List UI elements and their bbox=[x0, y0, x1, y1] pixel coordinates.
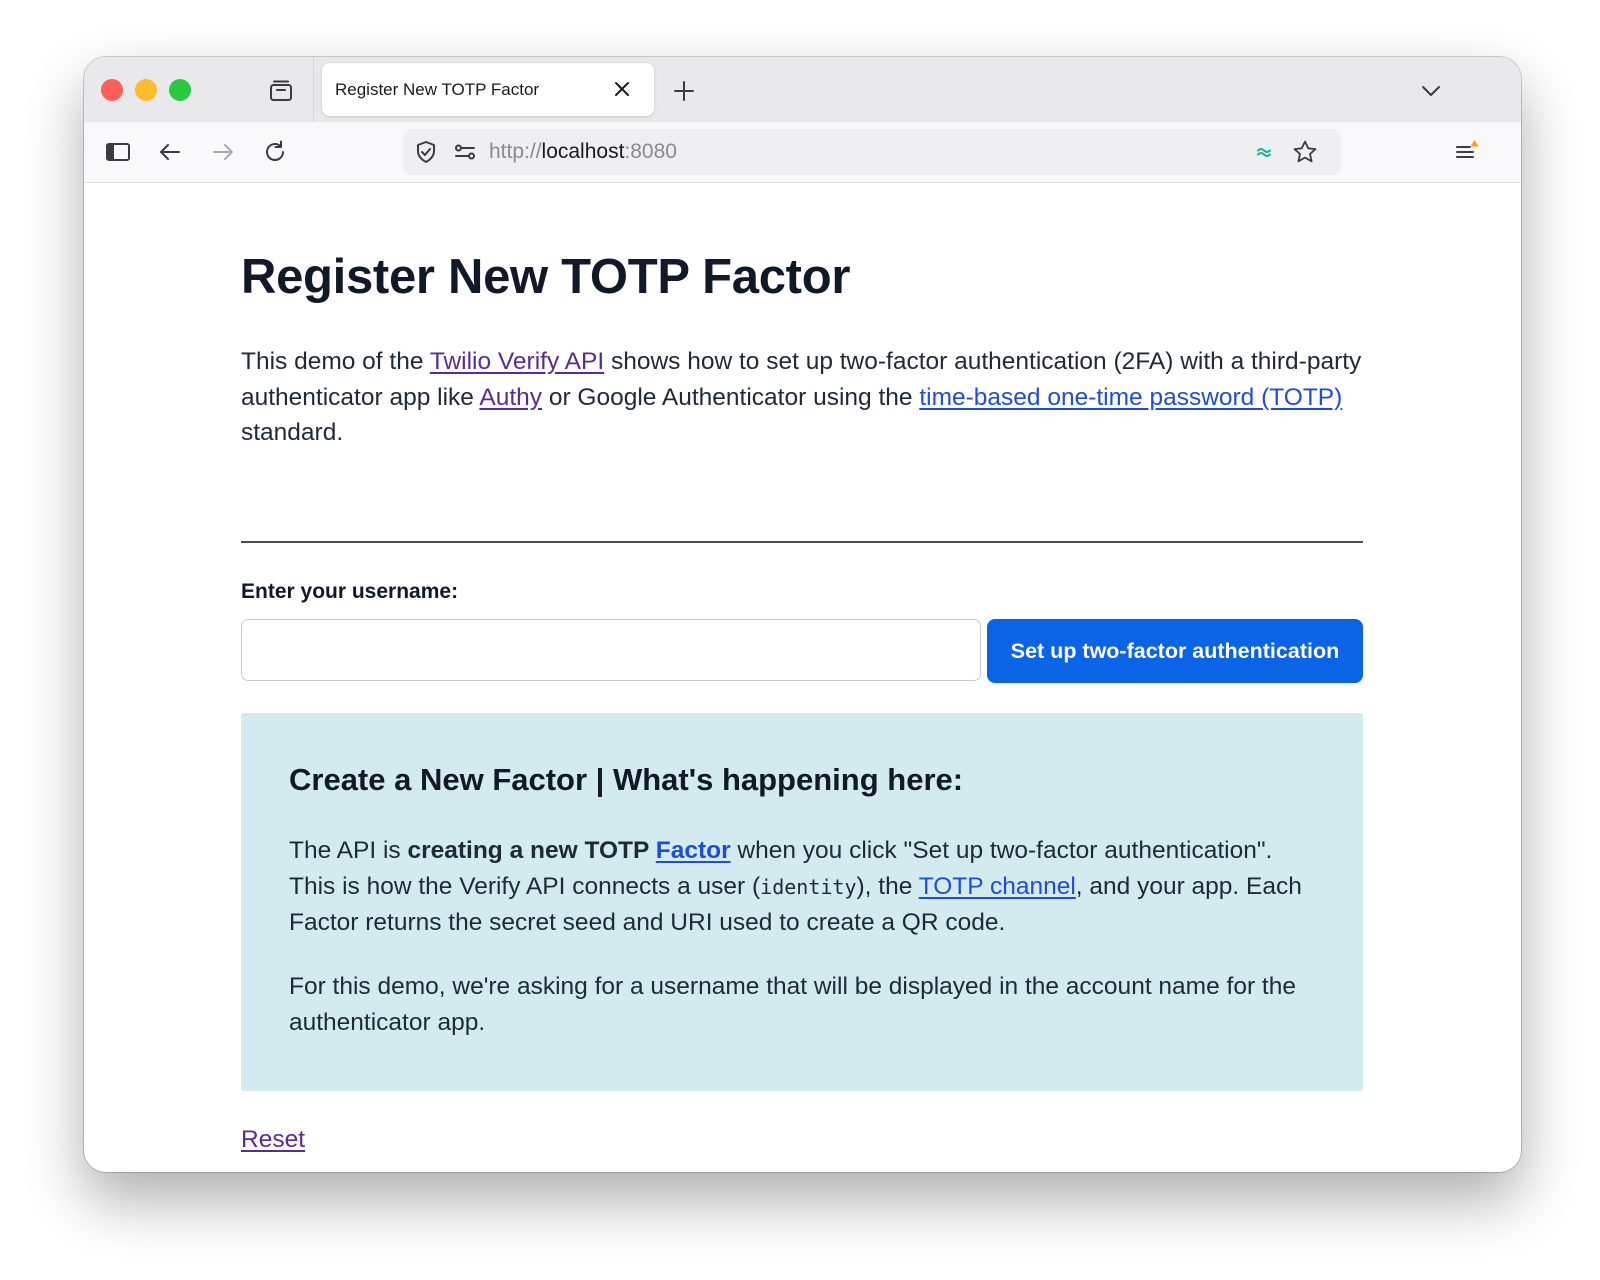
minimize-window-button[interactable] bbox=[135, 79, 157, 101]
star-bookmark-icon[interactable] bbox=[1290, 137, 1320, 167]
info-text-1: The API is bbox=[289, 837, 408, 864]
info-paragraph-1: The API is creating a new TOTP Factor wh… bbox=[289, 833, 1319, 941]
reload-icon[interactable] bbox=[260, 137, 290, 167]
horizontal-divider bbox=[241, 541, 1363, 543]
info-bold-text: creating a new TOTP bbox=[407, 837, 656, 864]
intro-text-1: This demo of the bbox=[241, 348, 430, 375]
totp-standard-link[interactable]: time-based one-time password (TOTP) bbox=[919, 384, 1342, 411]
intro-text-3: or Google Authenticator using the bbox=[542, 383, 920, 411]
menu-icon[interactable] bbox=[1452, 137, 1482, 167]
url-host: localhost bbox=[541, 140, 625, 163]
factor-link[interactable]: Factor bbox=[656, 837, 731, 864]
info-heading: Create a New Factor | What's happening h… bbox=[289, 762, 964, 797]
active-tab[interactable]: Register New TOTP Factor bbox=[322, 63, 654, 116]
setup-2fa-button[interactable]: Set up two-factor authentication bbox=[987, 619, 1363, 683]
address-bar[interactable]: http://localhost:8080 bbox=[403, 129, 1341, 175]
tab-title: Register New TOTP Factor bbox=[335, 80, 540, 99]
tab-separator bbox=[313, 57, 314, 122]
info-paragraph-2: For this demo, we're asking for a userna… bbox=[289, 973, 1296, 1036]
info-text-3: ), the bbox=[856, 872, 919, 900]
tab-manager-icon[interactable] bbox=[266, 76, 296, 106]
url-text[interactable]: http://localhost:8080 bbox=[489, 140, 677, 164]
reset-link[interactable]: Reset bbox=[241, 1126, 305, 1154]
close-window-button[interactable] bbox=[101, 79, 123, 101]
navigation-toolbar: http://localhost:8080 bbox=[84, 122, 1521, 183]
site-settings-icon[interactable] bbox=[450, 137, 480, 167]
tab-bar: Register New TOTP Factor bbox=[84, 57, 1521, 122]
back-arrow-icon[interactable] bbox=[155, 137, 185, 167]
shield-icon[interactable] bbox=[411, 137, 441, 167]
twilio-verify-api-link[interactable]: Twilio Verify API bbox=[430, 348, 604, 375]
username-input[interactable] bbox=[241, 619, 981, 681]
authy-link[interactable]: Authy bbox=[479, 384, 542, 411]
extension-icon[interactable] bbox=[1249, 137, 1279, 167]
chevron-down-icon[interactable] bbox=[1416, 76, 1446, 106]
identity-code: identity bbox=[760, 874, 857, 899]
username-label: Enter your username: bbox=[241, 580, 459, 603]
sidebar-icon[interactable] bbox=[103, 137, 133, 167]
info-panel: Create a New Factor | What's happening h… bbox=[241, 713, 1363, 1091]
intro-paragraph: This demo of the Twilio Verify API shows… bbox=[241, 344, 1363, 451]
zoom-window-button[interactable] bbox=[169, 79, 191, 101]
url-scheme: http:// bbox=[489, 140, 542, 163]
forward-arrow-icon[interactable] bbox=[208, 137, 238, 167]
url-port: :8080 bbox=[624, 140, 677, 163]
intro-text-4: standard. bbox=[241, 419, 344, 446]
browser-window: Register New TOTP Factor http://localhos… bbox=[84, 57, 1521, 1172]
page-title: Register New TOTP Factor bbox=[241, 250, 851, 304]
new-tab-icon[interactable] bbox=[669, 76, 699, 106]
close-tab-icon[interactable] bbox=[610, 77, 634, 101]
page-content: Register New TOTP Factor This demo of th… bbox=[84, 183, 1521, 1172]
totp-channel-link[interactable]: TOTP channel bbox=[919, 873, 1076, 900]
